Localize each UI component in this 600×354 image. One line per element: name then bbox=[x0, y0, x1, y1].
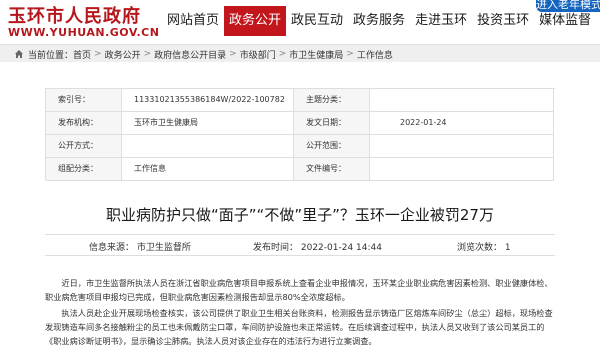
location-bar: 当前位置： 首页 > 政务公开 > 政府信息公开目录 > 市级部门 > 市卫生健… bbox=[0, 44, 600, 62]
article-paragraph: 近日，市卫生监督所执法人员在浙江省职业病危害项目申报系统上查看企业申报情况，玉环… bbox=[45, 278, 553, 302]
nav-item-invest[interactable]: 投资玉环 bbox=[472, 6, 534, 36]
subject-label: 主题分类： bbox=[294, 89, 370, 112]
breadcrumb-gov-affairs[interactable]: 政务公开 bbox=[105, 48, 141, 61]
article-publish-time: 发布时间： 2022-01-24 14:44 bbox=[253, 243, 382, 253]
article-info-bar: 信息来源： 市卫生监督所 发布时间： 2022-01-24 14:44 浏览次数… bbox=[45, 234, 555, 256]
scope-value bbox=[370, 135, 554, 158]
meta-row: 发布机构： 玉环市卫生健康局 发文日期： 2022-01-24 bbox=[46, 112, 555, 135]
index-label: 索引号： bbox=[46, 89, 122, 112]
category-value: 工作信息 bbox=[122, 158, 294, 181]
nav-item-services[interactable]: 政务服务 bbox=[348, 6, 410, 36]
meta-row: 公开方式： 公开范围： bbox=[46, 135, 555, 158]
breadcrumb-departments[interactable]: 市级部门 bbox=[240, 48, 276, 61]
date-label: 发文日期： bbox=[294, 112, 370, 135]
breadcrumb-separator: > bbox=[94, 49, 102, 59]
site-name-cn: 玉环市人民政府 bbox=[8, 6, 141, 27]
breadcrumb-separator: > bbox=[346, 49, 354, 59]
page: 玉环市人民政府 WWW.YUHUAN.GOV.CN 网站首页 政务公开 政民互动… bbox=[0, 0, 600, 354]
index-value: 11331021355386184W/2022-100782 bbox=[122, 89, 294, 112]
nav-item-home[interactable]: 网站首页 bbox=[162, 6, 224, 36]
breadcrumb-health-bureau[interactable]: 市卫生健康局 bbox=[289, 48, 343, 61]
docno-label: 文件编号： bbox=[294, 158, 370, 181]
method-label: 公开方式： bbox=[46, 135, 122, 158]
nav-item-gov-affairs-open[interactable]: 政务公开 bbox=[224, 6, 287, 36]
org-value: 玉环市卫生健康局 bbox=[122, 112, 294, 135]
site-header: 玉环市人民政府 WWW.YUHUAN.GOV.CN 网站首页 政务公开 政民互动… bbox=[0, 0, 600, 44]
breadcrumb: 当前位置： 首页 > 政务公开 > 政府信息公开目录 > 市级部门 > 市卫生健… bbox=[14, 45, 393, 63]
breadcrumb-separator: > bbox=[229, 49, 237, 59]
breadcrumb-catalog[interactable]: 政府信息公开目录 bbox=[154, 48, 226, 61]
breadcrumb-home[interactable]: 首页 bbox=[73, 48, 91, 61]
scope-label: 公开范围： bbox=[294, 135, 370, 158]
method-value bbox=[122, 135, 294, 158]
article-view-count: 浏览次数： 1 bbox=[457, 243, 511, 253]
docno-value bbox=[370, 158, 554, 181]
site-name-en: WWW.YUHUAN.GOV.CN bbox=[8, 26, 160, 39]
article-title: 职业病防护只做“面子”“不做”里子”？玉环一企业被罚27万 bbox=[106, 206, 494, 224]
breadcrumb-separator: > bbox=[143, 49, 152, 59]
article-source: 信息来源： 市卫生监督所 bbox=[89, 243, 191, 253]
nav-item-interaction[interactable]: 政民互动 bbox=[286, 6, 348, 36]
breadcrumb-work-info[interactable]: 工作信息 bbox=[357, 48, 393, 61]
category-label: 组配分类： bbox=[46, 158, 122, 181]
date-value: 2022-01-24 bbox=[370, 112, 554, 135]
breadcrumb-prefix: 当前位置： bbox=[28, 50, 74, 61]
breadcrumb-separator: > bbox=[278, 49, 287, 59]
subject-value bbox=[370, 89, 554, 112]
elder-mode-button[interactable]: 进入老年模式 bbox=[536, 0, 600, 12]
meta-row: 组配分类： 工作信息 文件编号： bbox=[46, 158, 555, 181]
article-paragraph: 执法人员赴企业开展现场检查核实，该公司提供了职业卫生相关台账资料，检测报告显示铸… bbox=[45, 308, 553, 346]
nav-item-about-yuhuan[interactable]: 走进玉环 bbox=[410, 6, 472, 36]
home-icon bbox=[15, 50, 23, 58]
org-label: 发布机构： bbox=[46, 112, 122, 135]
main-nav: 网站首页 政务公开 政民互动 政务服务 走进玉环 投资玉环 媒体监督 bbox=[162, 6, 596, 36]
document-meta-table: 索引号： 11331021355386184W/2022-100782 主题分类… bbox=[45, 88, 555, 181]
meta-row: 索引号： 11331021355386184W/2022-100782 主题分类… bbox=[46, 89, 555, 112]
site-logo[interactable]: 玉环市人民政府 WWW.YUHUAN.GOV.CN bbox=[8, 2, 160, 42]
